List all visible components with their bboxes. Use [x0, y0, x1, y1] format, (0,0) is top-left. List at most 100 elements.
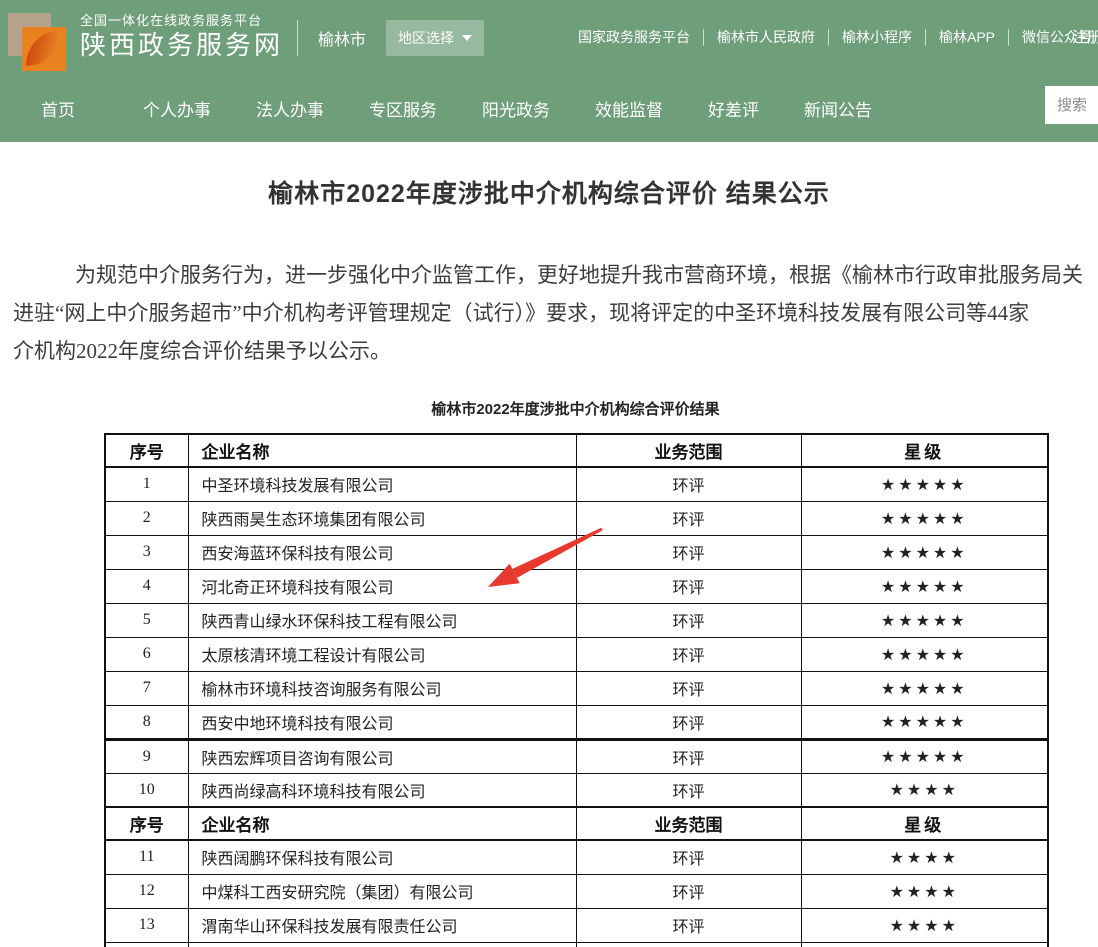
star-rating: ★★★★★	[801, 603, 1048, 637]
table-header-row: 序号企业名称业务范围星级	[105, 434, 1048, 467]
row-number: 9	[105, 739, 188, 773]
company-name: 陕西尚绿高科环境科技有限公司	[188, 773, 576, 807]
row-number: 12	[105, 874, 188, 908]
nav-item-首页[interactable]: 首页	[41, 96, 75, 121]
business-scope: 环评	[576, 840, 801, 874]
paragraph-line: 为规范中介服务行为，进一步强化中介监管工作，更好地提升我市营商环境，根据《榆林市…	[13, 256, 1098, 294]
row-number: 13	[105, 908, 188, 942]
table-row: 7榆林市环境科技咨询服务有限公司环评★★★★★	[105, 671, 1048, 705]
business-scope: 环评	[576, 637, 801, 671]
business-scope: 环评	[576, 603, 801, 637]
row-number: 5	[105, 603, 188, 637]
table-row: 2陕西雨昊生态环境集团有限公司环评★★★★★	[105, 501, 1048, 535]
company-name: 西安海蓝环保科技有限公司	[188, 535, 576, 569]
nav-item-专区服务[interactable]: 专区服务	[369, 96, 437, 121]
logo-front-square	[22, 27, 66, 71]
column-header: 星级	[801, 434, 1048, 467]
link-separator	[1008, 29, 1009, 46]
column-header: 星级	[801, 807, 1048, 840]
business-scope: 环评	[576, 535, 801, 569]
header-link[interactable]: 国家政务服务平台	[578, 27, 690, 47]
nav-item-效能监督[interactable]: 效能监督	[595, 96, 663, 121]
logo-leaf-icon	[26, 30, 61, 66]
row-number: 7	[105, 671, 188, 705]
star-rating: ★★★★★	[801, 467, 1048, 501]
star-rating: ★★★★★	[801, 739, 1048, 773]
star-rating: ★★★★★	[801, 501, 1048, 535]
table-row: 4河北奇正环境科技有限公司环评★★★★★	[105, 569, 1048, 603]
column-header: 业务范围	[576, 807, 801, 840]
company-name: 太原核清环境工程设计有限公司	[188, 637, 576, 671]
row-number: 3	[105, 535, 188, 569]
company-name: 陕西宏辉项目咨询有限公司	[188, 739, 576, 773]
nav-item-好差评[interactable]: 好差评	[708, 96, 759, 121]
link-separator	[925, 29, 926, 46]
search-input[interactable]	[1045, 86, 1098, 124]
column-header: 企业名称	[188, 807, 576, 840]
table-row: 8西安中地环境科技有限公司环评★★★★★	[105, 705, 1048, 739]
company-name: 陕西雨昊生态环境集团有限公司	[188, 501, 576, 535]
company-name: 陕西青山绿水环保科技工程有限公司	[188, 603, 576, 637]
star-rating: ★★★★★	[801, 705, 1048, 739]
company-name: 中圣环境科技发展有限公司	[188, 467, 576, 501]
column-header: 序号	[105, 434, 188, 467]
table-row: 3西安海蓝环保科技有限公司环评★★★★★	[105, 535, 1048, 569]
empty-cell	[576, 942, 801, 947]
company-name: 陕西阔鹏环保科技有限公司	[188, 840, 576, 874]
company-name: 榆林市环境科技咨询服务有限公司	[188, 671, 576, 705]
row-number: 11	[105, 840, 188, 874]
current-city[interactable]: 榆林市	[318, 26, 366, 50]
business-scope: 环评	[576, 908, 801, 942]
site-title-block: 全国一体化在线政务服务平台 陕西政务服务网	[80, 13, 283, 62]
empty-cell	[188, 942, 576, 947]
table-row: 1中圣环境科技发展有限公司环评★★★★★	[105, 467, 1048, 501]
company-name: 西安中地环境科技有限公司	[188, 705, 576, 739]
site-header: 全国一体化在线政务服务平台 陕西政务服务网 榆林市 地区选择 国家政务服务平台 榆…	[0, 0, 1098, 142]
business-scope: 环评	[576, 874, 801, 908]
platform-subtitle: 全国一体化在线政务服务平台	[80, 13, 283, 29]
row-number: 4	[105, 569, 188, 603]
company-name: 河北奇正环境科技有限公司	[188, 569, 576, 603]
business-scope: 环评	[576, 739, 801, 773]
star-rating: ★★★★★	[801, 535, 1048, 569]
column-header: 业务范围	[576, 434, 801, 467]
link-separator	[828, 29, 829, 46]
table-row: 6太原核清环境工程设计有限公司环评★★★★★	[105, 637, 1048, 671]
header-link[interactable]: 榆林小程序	[842, 27, 912, 47]
star-rating: ★★★★★	[801, 569, 1048, 603]
table-row-partial	[105, 942, 1048, 947]
paragraph-line: 进驻“网上中介服务超市”中介机构考评管理规定（试行）》要求，现将评定的中圣环境科…	[13, 294, 1098, 332]
nav-item-个人办事[interactable]: 个人办事	[143, 96, 211, 121]
company-name: 中煤科工西安研究院（集团）有限公司	[188, 874, 576, 908]
business-scope: 环评	[576, 569, 801, 603]
register-link[interactable]: 注册	[1072, 26, 1098, 47]
star-rating: ★★★★	[801, 874, 1048, 908]
page-title: 榆林市2022年度涉批中介机构综合评价 结果公示	[0, 174, 1098, 210]
business-scope: 环评	[576, 467, 801, 501]
business-scope: 环评	[576, 705, 801, 739]
empty-cell	[801, 942, 1048, 947]
header-link[interactable]: 榆林APP	[939, 27, 995, 47]
row-number: 1	[105, 467, 188, 501]
nav-item-新闻公告[interactable]: 新闻公告	[804, 96, 872, 121]
business-scope: 环评	[576, 501, 801, 535]
business-scope: 环评	[576, 773, 801, 807]
nav-item-阳光政务[interactable]: 阳光政务	[482, 96, 550, 121]
nav-item-法人办事[interactable]: 法人办事	[256, 96, 324, 121]
table-row: 10陕西尚绿高科环境科技有限公司环评★★★★	[105, 773, 1048, 807]
column-header: 序号	[105, 807, 188, 840]
header-divider	[297, 20, 298, 56]
table-row: 13渭南华山环保科技发展有限责任公司环评★★★★	[105, 908, 1048, 942]
table-row: 9陕西宏辉项目咨询有限公司环评★★★★★	[105, 739, 1048, 773]
region-selector-button[interactable]: 地区选择	[386, 20, 484, 56]
table-row: 5陕西青山绿水环保科技工程有限公司环评★★★★★	[105, 603, 1048, 637]
table-row: 12中煤科工西安研究院（集团）有限公司环评★★★★	[105, 874, 1048, 908]
row-number: 8	[105, 705, 188, 739]
column-header: 企业名称	[188, 434, 576, 467]
row-number: 6	[105, 637, 188, 671]
site-logo-icon	[8, 11, 68, 71]
header-link[interactable]: 榆林市人民政府	[717, 27, 815, 47]
site-name: 陕西政务服务网	[80, 29, 283, 62]
empty-cell	[105, 942, 188, 947]
star-rating: ★★★★★	[801, 637, 1048, 671]
